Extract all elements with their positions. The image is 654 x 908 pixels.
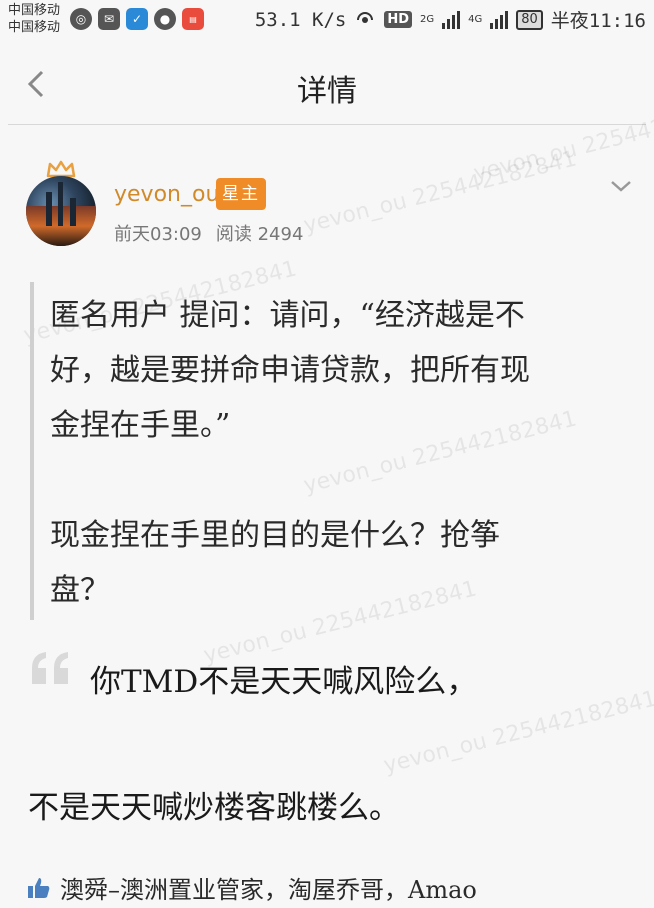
quote-bar	[30, 282, 34, 620]
net-speed: 53.1 K/s	[254, 8, 347, 31]
chevron-down-icon[interactable]	[606, 174, 636, 198]
battery-icon: 80	[516, 9, 543, 30]
store-icon: ▤	[182, 8, 204, 30]
author-name[interactable]: yevon_ou	[114, 182, 219, 207]
reply-line: 你TMD不是天天喊风险么，	[90, 664, 478, 700]
wifi-icon	[357, 11, 374, 23]
owner-badge: 星主	[216, 178, 266, 210]
question-line	[50, 453, 640, 508]
question-line: 金捏在手里。”	[50, 408, 231, 443]
page-title: 详情	[297, 74, 357, 109]
app-icon: ◎	[70, 8, 92, 30]
question-line: 匿名用户 提问：请问，“经济越是不	[50, 298, 525, 333]
chat-icon: ●	[154, 8, 176, 30]
nav-header: 详情	[0, 44, 654, 124]
watermark: yevon_ou 225442182841	[301, 146, 580, 239]
notification-icons: ◎ ✉ ✓ ● ▤	[70, 8, 204, 30]
clock: 半夜11:16	[550, 10, 646, 32]
post-meta: 前天03:09 阅读 2494	[114, 220, 303, 246]
signal-bars-icon	[442, 10, 461, 29]
signal-bars-icon-2	[490, 10, 509, 29]
signal-2g-label: 2G	[420, 13, 435, 25]
likes-row[interactable]: 澳舜–澳洲置业管家，淘屋乔哥，Amao	[26, 870, 477, 905]
carrier-1: 中国移动	[8, 3, 61, 18]
question-text: 匿名用户 提问：请问，“经济越是不 好，越是要拼命申请贷款，把所有现 金捏在手里…	[50, 288, 640, 618]
status-bar: 中国移动 中国移动 ◎ ✉ ✓ ● ▤ 53.1 K/s HD 2G 4G 80…	[0, 0, 654, 40]
thumbs-up-icon[interactable]	[26, 876, 52, 900]
reply-line: 不是天天喊炒楼客跳楼么。	[28, 790, 400, 826]
question-line: 好，越是要拼命申请贷款，把所有现	[50, 353, 530, 388]
status-right: 53.1 K/s HD 2G 4G 80 半夜11:16	[255, 6, 646, 33]
signal-4g-label: 4G	[468, 13, 483, 25]
carrier-labels: 中国移动 中国移动	[8, 2, 60, 36]
wechat-icon: ✉	[98, 8, 120, 30]
avatar[interactable]	[26, 176, 96, 246]
header-divider	[8, 124, 646, 125]
avatar-wrap[interactable]	[26, 160, 100, 246]
read-count: 阅读 2494	[215, 224, 304, 245]
carrier-2: 中国移动	[8, 20, 61, 35]
question-line: 现金捏在手里的目的是什么？抢筝	[50, 518, 500, 553]
quote-mark-icon	[32, 652, 68, 684]
question-line: 盘？	[50, 573, 110, 608]
shield-icon: ✓	[126, 8, 148, 30]
post-time: 前天03:09	[114, 224, 202, 245]
likers-list: 澳舜–澳洲置业管家，淘屋乔哥，Amao	[60, 876, 477, 904]
hd-badge: HD	[384, 11, 412, 28]
